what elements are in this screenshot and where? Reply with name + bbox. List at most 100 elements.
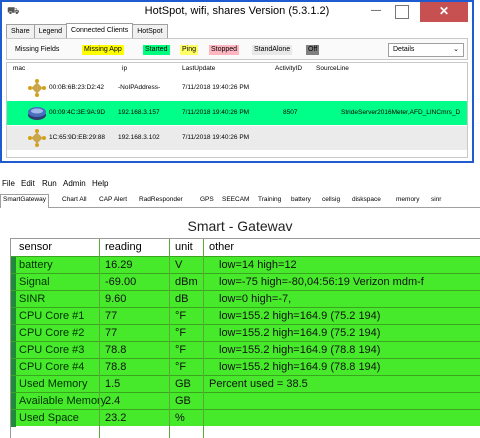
row-reading: 2.4 (105, 395, 121, 407)
flag-stopped: Stopped (209, 45, 240, 55)
hotspot-window: ⛟ HotSpot, wifi, shares Version (5.3.1.2… (0, 0, 474, 163)
tab-connected-clients[interactable]: Connected Clients (66, 23, 134, 38)
tab-share[interactable]: Share (6, 24, 35, 38)
tab-battery[interactable]: battery (291, 196, 311, 203)
col-activity-id[interactable]: ActivityID (275, 65, 302, 72)
tab-cellsig[interactable]: cellsig (322, 196, 340, 203)
row-ip: 192.168.3.102 (118, 134, 160, 141)
col-reading[interactable]: reading (105, 241, 142, 253)
row-last-update: 7/11/2018 19:40:26 PM (182, 84, 250, 91)
tab-smartgateway[interactable]: SmartGateway (0, 194, 49, 208)
tab-memory[interactable]: memory (396, 196, 419, 203)
row-ip: 192.168.3.157 (118, 109, 160, 116)
row-sensor: Available Memory (19, 395, 107, 407)
title-bar[interactable]: ⛟ HotSpot, wifi, shares Version (5.3.1.2… (2, 2, 472, 24)
menu-edit[interactable]: Edit (21, 179, 35, 188)
maximize-button[interactable] (395, 5, 409, 19)
menu-help[interactable]: Help (92, 179, 108, 188)
table-row[interactable]: CPU Core #4 78.8 °F low=155.2 high=164.9 (7… (11, 358, 480, 376)
table-row[interactable]: CPU Core #3 78.8 °F low=155.2 high=164.9 (7… (11, 341, 480, 359)
sensor-table-header: sensor reading unit other (11, 239, 480, 256)
row-other: Percent used = 38.5 (209, 378, 308, 390)
view-select[interactable]: Details ⌄ (388, 43, 464, 57)
row-marker (11, 376, 16, 393)
tab-divider (0, 207, 480, 208)
table-row[interactable]: Available Memory 2.4 GB (11, 392, 480, 410)
minimize-button[interactable]: — (363, 2, 389, 22)
flag-off: Off (306, 45, 320, 55)
table-row[interactable]: CPU Core #1 77 °F low=155.2 high=164.9 (75.… (11, 307, 480, 325)
tab-seecam[interactable]: SEECAM (222, 196, 249, 203)
row-unit: dBm (175, 276, 198, 288)
row-unit: °F (175, 344, 187, 356)
row-ip: -NoIPAddress- (118, 84, 161, 91)
col-source-line[interactable]: SourceLine (316, 65, 349, 72)
tab-training[interactable]: Training (258, 196, 281, 203)
tab-legend[interactable]: Legend (33, 24, 68, 38)
tab-hotspot[interactable]: HotSpot (132, 24, 168, 38)
menu-run[interactable]: Run (42, 179, 57, 188)
menu-file[interactable]: File (2, 179, 15, 188)
row-sensor: CPU Core #2 (19, 327, 85, 339)
row-reading: 77 (105, 310, 118, 322)
tab-cap-alert[interactable]: CAP Alert (99, 196, 127, 203)
table-row[interactable]: SINR 9.60 dB low=0 high=-7, (11, 290, 480, 308)
row-activity-id: 8507 (283, 109, 298, 116)
table-row[interactable]: Signal -69.00 dBm low=-75 high=-80,04:56:19… (11, 273, 480, 291)
flag-standalone: StandAlone (252, 45, 293, 55)
row-marker (11, 308, 16, 325)
col-other[interactable]: other (209, 241, 234, 253)
row-sensor: Used Memory (19, 378, 88, 390)
network-node-icon (28, 79, 46, 97)
row-sensor: CPU Core #4 (19, 361, 85, 373)
col-mac[interactable]: mac (13, 65, 25, 72)
table-row[interactable]: 1C:65:9D:EB:29:88 192.168.3.102 7/11/201… (7, 126, 467, 150)
col-last-update[interactable]: LastUpdate (182, 65, 215, 72)
col-unit[interactable]: unit (175, 241, 193, 253)
row-marker (11, 342, 16, 359)
tab-sinr[interactable]: sinr (431, 196, 441, 203)
row-marker (11, 257, 16, 274)
row-mac: 00:09:4C:3E:9A:9D (49, 109, 106, 116)
row-marker (11, 325, 16, 342)
flag-ping: Ping (180, 45, 199, 55)
close-button[interactable]: ✕ (420, 2, 468, 22)
row-sensor: Signal (19, 276, 50, 288)
table-row[interactable]: Used Memory 1.5 GB Percent used = 38.5 (11, 375, 480, 393)
col-ip[interactable]: ip (122, 65, 127, 72)
row-unit: °F (175, 310, 187, 322)
flag-missing-app: Missing App (82, 45, 124, 55)
row-unit: % (175, 412, 185, 424)
column-divider (169, 239, 170, 438)
table-row[interactable]: 00:0B:6B:23:D2:42 -NoIPAddress- 7/11/201… (7, 76, 467, 100)
tab-radresponder[interactable]: RadResponder (139, 196, 183, 203)
table-row[interactable]: CPU Core #2 77 °F low=155.2 high=164.9 (75.… (11, 324, 480, 342)
row-reading: 16.29 (105, 259, 133, 271)
row-mac: 1C:65:9D:EB:29:88 (49, 134, 106, 141)
row-marker (11, 291, 16, 308)
row-reading: 78.8 (105, 361, 127, 373)
tab-chart-all[interactable]: Chart All (62, 196, 87, 203)
row-other: low=0 high=-7, (219, 293, 292, 305)
col-sensor[interactable]: sensor (19, 241, 52, 253)
table-row[interactable]: Used Space 23.2% (11, 409, 480, 427)
clients-grid: mac ip LastUpdate ActivityID SourceLine … (6, 62, 468, 158)
row-other: low=155.2 high=164.9 (78.8 194) (219, 344, 381, 356)
row-marker (11, 393, 16, 410)
row-other: low=-75 high=-80,04:56:19 Verizon mdm-f (219, 276, 424, 288)
row-unit: °F (175, 327, 187, 339)
panel-title: Smart - Gatewav (187, 218, 293, 234)
menu-admin[interactable]: Admin (63, 179, 86, 188)
row-unit: dB (175, 293, 189, 305)
network-node-icon (28, 129, 46, 147)
column-divider (203, 239, 204, 438)
tab-diskspace[interactable]: diskspace (352, 196, 381, 203)
row-sensor: SINR (19, 293, 46, 305)
router-icon (28, 107, 46, 120)
tab-gps[interactable]: GPS (200, 196, 214, 203)
table-row[interactable]: 00:09:4C:3E:9A:9D 192.168.3.157 7/11/201… (7, 101, 467, 125)
chevron-down-icon: ⌄ (453, 46, 459, 53)
clients-header: mac ip LastUpdate ActivityID SourceLine (7, 63, 467, 75)
table-row[interactable]: battery 16.29 Vlow=14 high=12 (11, 256, 480, 274)
row-reading: 1.5 (105, 378, 121, 390)
